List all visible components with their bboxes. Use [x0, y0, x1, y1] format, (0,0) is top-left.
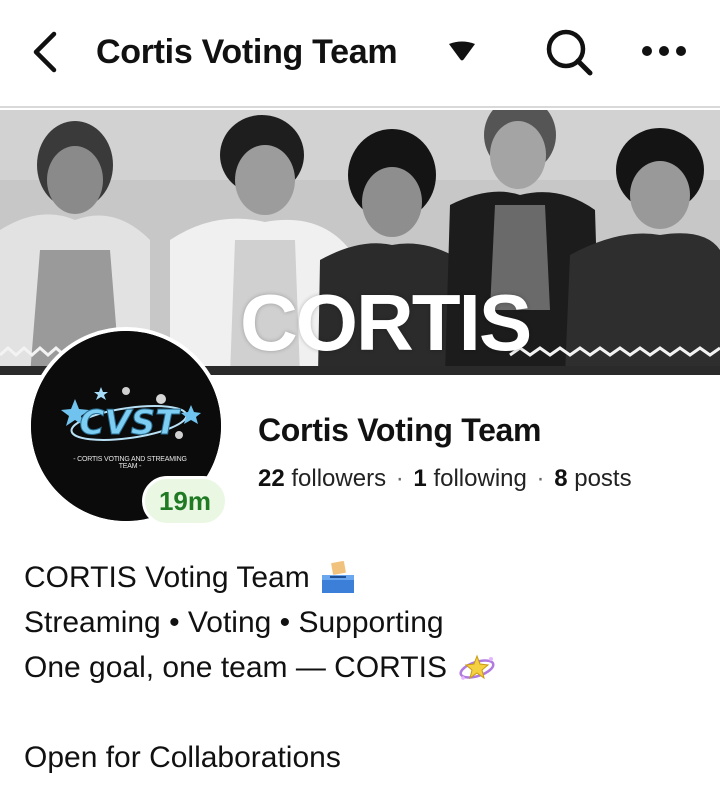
profile-name[interactable]: Cortis Voting Team [258, 410, 542, 450]
bio-line: CORTIS Voting Team [24, 555, 704, 600]
ballot-box-icon [321, 560, 354, 593]
bio-line-5: Open for Collaborations [24, 741, 341, 774]
bio-line-3: One goal, one team — CORTIS [24, 651, 447, 684]
following-count[interactable]: 1 [413, 465, 426, 492]
followers-count[interactable]: 22 [258, 465, 285, 492]
more-dots-icon[interactable] [640, 38, 688, 64]
caret-down-icon[interactable] [447, 40, 477, 64]
back-arrow-icon[interactable] [26, 30, 66, 74]
stats-separator: · [536, 465, 545, 492]
following-label[interactable]: following [433, 465, 526, 492]
stats-separator: · [395, 465, 404, 492]
sparkle-planet-icon [459, 654, 495, 680]
search-icon[interactable] [543, 26, 595, 78]
posts-label: posts [574, 465, 632, 492]
posts-count: 8 [554, 465, 568, 492]
top-bar: Cortis Voting Team [0, 0, 720, 108]
profile-stats: 22 followers · 1 following · 8 posts [258, 464, 632, 494]
bio-line: Streaming • Voting • Supporting [24, 600, 704, 645]
time-badge: 19m [142, 476, 228, 526]
bio-line-1: CORTIS Voting Team [24, 561, 310, 594]
cover-overlay-text: CORTIS [240, 278, 532, 367]
page-title: Cortis Voting Team [96, 33, 398, 71]
bio-line: Open for Collaborations [24, 735, 704, 780]
profile-bio: CORTIS Voting Team Streaming • Voting • … [24, 555, 704, 780]
logo-text: CVST [80, 403, 182, 443]
bio-blank-line [24, 690, 704, 735]
avatar-caption: - CORTIS VOTING AND STREAMING TEAM - [73, 456, 187, 470]
bio-line: One goal, one team — CORTIS [24, 645, 704, 690]
followers-label[interactable]: followers [291, 465, 386, 492]
bio-line-2: Streaming • Voting • Supporting [24, 606, 444, 639]
